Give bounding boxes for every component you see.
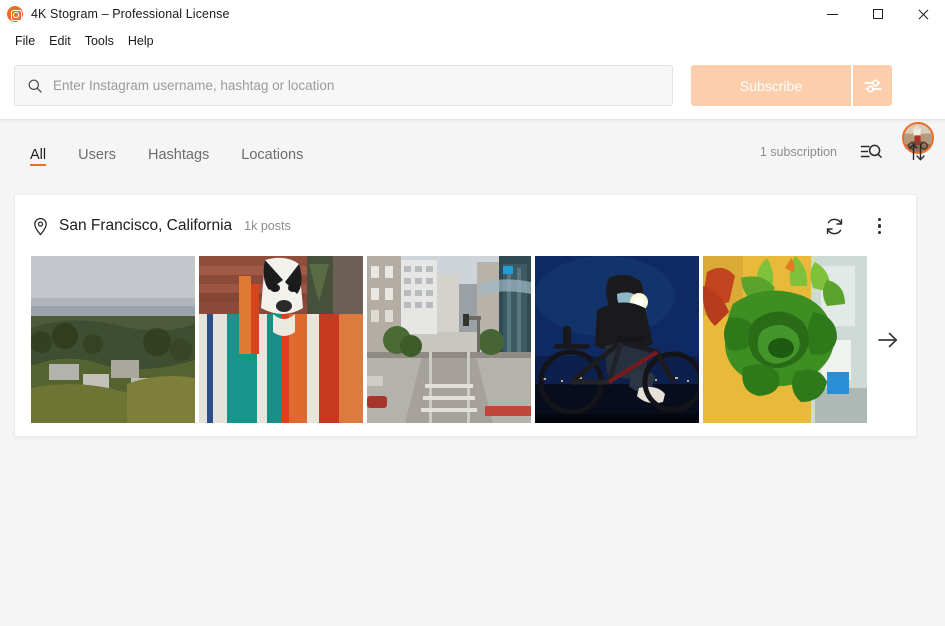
minimize-button[interactable] [810, 0, 855, 28]
maximize-button[interactable] [855, 0, 900, 28]
tab-locations[interactable]: Locations [225, 123, 319, 181]
more-options-button[interactable] [868, 214, 892, 238]
window-title: 4K Stogram – Professional License [31, 7, 230, 21]
menu-item-file[interactable]: File [8, 31, 42, 51]
close-button[interactable] [900, 0, 945, 28]
minimize-icon [827, 13, 838, 15]
tab-list: All Users Hashtags Locations [14, 123, 319, 181]
sort-button[interactable] [905, 140, 929, 164]
subscriptions-count: 1 subscription [759, 145, 837, 159]
subscription-posts-count: 1k posts [244, 219, 291, 233]
subscribe-button[interactable]: Subscribe [691, 65, 851, 106]
search-icon [28, 79, 42, 93]
thumbnail-item[interactable] [535, 256, 699, 423]
thumbnail-item[interactable] [199, 256, 363, 423]
subscription-card-actions [822, 214, 892, 238]
tab-users-label: Users [78, 147, 116, 163]
stogram-app-icon [7, 6, 23, 22]
search-input[interactable] [53, 75, 653, 96]
more-vertical-icon [878, 217, 882, 235]
sort-arrows-icon [909, 143, 925, 161]
subscription-title: San Francisco, California [59, 217, 233, 234]
thumbnail-item[interactable] [703, 256, 867, 423]
tab-users[interactable]: Users [62, 123, 132, 181]
photo-sf-street [367, 256, 531, 423]
tab-all[interactable]: All [14, 123, 62, 181]
app-window: 4K Stogram – Professional License File E… [0, 0, 945, 626]
photo-succulent-plant [703, 256, 867, 423]
refresh-icon [826, 218, 842, 234]
toolbar: Subscribe [0, 53, 945, 154]
photo-dog-in-blanket [199, 256, 363, 423]
filter-search-button[interactable] [859, 140, 883, 164]
maximize-icon [872, 9, 883, 19]
menu-item-edit[interactable]: Edit [42, 31, 78, 51]
next-page-button[interactable] [868, 256, 908, 423]
location-pin-icon [34, 217, 47, 236]
photo-night-cyclist [535, 256, 699, 423]
tabs-row: All Users Hashtags Locations 1 subscript… [0, 123, 945, 181]
photo-hillside-houses [31, 256, 195, 423]
tab-active-underline [30, 163, 47, 166]
tab-hashtags[interactable]: Hashtags [132, 123, 225, 181]
menu-item-tools[interactable]: Tools [78, 31, 121, 51]
thumbnail-item[interactable] [367, 256, 531, 423]
close-icon [917, 8, 929, 20]
menu-item-help[interactable]: Help [121, 31, 161, 51]
tab-all-label: All [30, 147, 47, 163]
filter-search-icon [860, 144, 882, 158]
arrow-right-icon [878, 332, 898, 347]
tab-hashtags-label: Hashtags [148, 147, 210, 163]
subscription-card[interactable]: San Francisco, California 1k posts [14, 194, 917, 437]
tabs-right-controls: 1 subscription [760, 123, 929, 181]
menu-bar: File Edit Tools Help [0, 28, 945, 53]
search-box[interactable] [14, 65, 673, 106]
thumbnail-item[interactable] [31, 256, 195, 423]
thumbnail-track [31, 256, 877, 423]
window-controls [810, 0, 945, 28]
sliders-icon [863, 79, 882, 92]
subscription-card-header: San Francisco, California 1k posts [15, 195, 916, 257]
thumbnail-strip [31, 256, 877, 423]
tab-locations-label: Locations [241, 147, 304, 163]
title-bar: 4K Stogram – Professional License [0, 0, 945, 28]
refresh-button[interactable] [822, 214, 846, 238]
filters-button[interactable] [853, 65, 892, 106]
